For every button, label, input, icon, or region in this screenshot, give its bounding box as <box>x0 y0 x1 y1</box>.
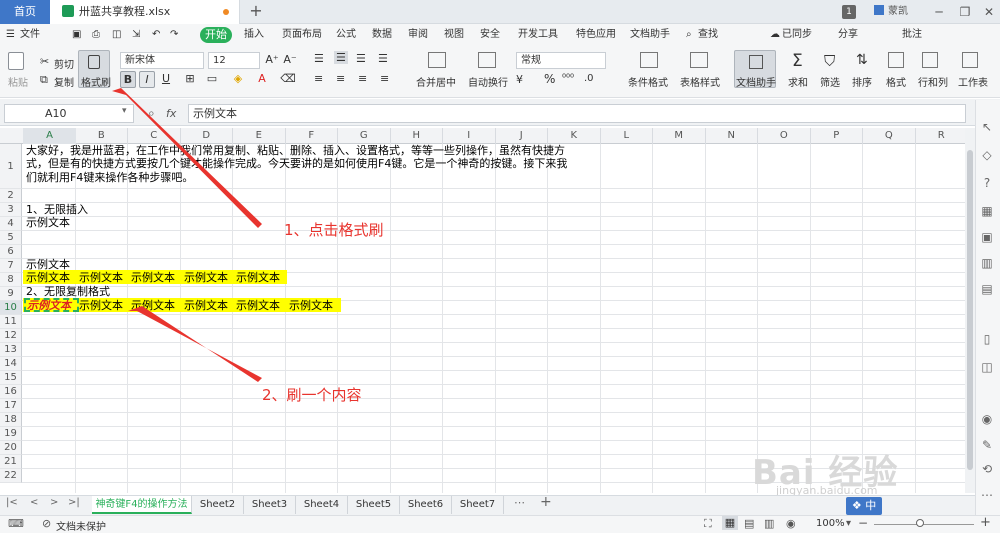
right-tool-panel <box>975 100 1000 515</box>
keyboard-icon[interactable]: ⌨ <box>8 517 24 530</box>
select-icon[interactable]: ↖ <box>978 120 996 134</box>
backup-icon[interactable]: ◉ <box>978 412 996 426</box>
sheet-tab-3[interactable]: Sheet3 <box>244 496 296 514</box>
more-sheets-icon[interactable]: ⋯ <box>514 496 525 509</box>
annotation-step1: 1、点击格式刷 <box>284 221 384 239</box>
add-sheet-button[interactable]: + <box>540 494 552 510</box>
doc-icon[interactable]: ▯ <box>978 332 996 346</box>
chart-icon[interactable]: ▥ <box>978 256 996 270</box>
fullscreen-icon[interactable]: ⛶ <box>704 517 712 531</box>
brush-icon[interactable]: ✎ <box>978 438 996 452</box>
page-break-icon[interactable]: ▥ <box>764 517 774 530</box>
sheet-tab-5[interactable]: Sheet5 <box>348 496 400 514</box>
annotation-step2: 2、刷一个内容 <box>262 386 362 404</box>
table-icon[interactable]: ▦ <box>978 204 996 218</box>
sheet-tab-1[interactable]: 神奇键F4的操作方法 <box>92 496 192 514</box>
protect-status[interactable]: 文档未保护 <box>56 518 106 533</box>
next-sheet-icon[interactable]: > <box>50 497 58 508</box>
shield-icon: ⊘ <box>42 517 52 530</box>
arrow-to-format-painter <box>112 88 262 228</box>
zoom-slider-thumb[interactable] <box>916 519 924 527</box>
grid-icon[interactable]: ▣ <box>978 230 996 244</box>
panel-icon[interactable]: ▤ <box>978 282 996 296</box>
shape-icon[interactable]: ◇ <box>978 148 996 162</box>
last-sheet-icon[interactable]: >| <box>68 497 80 508</box>
more-icon[interactable]: ⋯ <box>978 488 996 502</box>
bag-icon[interactable]: ◫ <box>978 360 996 374</box>
history-icon[interactable]: ⟲ <box>978 462 996 476</box>
page-view-icon[interactable]: ▤ <box>744 517 754 530</box>
prev-sheet-icon[interactable]: < <box>30 497 38 508</box>
ime-label: 中 <box>865 499 877 512</box>
vertical-scroll-thumb[interactable] <box>967 150 973 470</box>
zoom-level[interactable]: 100% <box>816 518 845 529</box>
sheet-tab-4[interactable]: Sheet4 <box>296 496 348 514</box>
sheet-tab-6[interactable]: Sheet6 <box>400 496 452 514</box>
zoom-dropdown-icon[interactable]: ▾ <box>846 518 851 529</box>
help-icon[interactable]: ? <box>978 176 996 190</box>
reading-mode-icon[interactable]: ◉ <box>786 517 796 530</box>
zoom-out-icon[interactable]: − <box>858 516 868 530</box>
zoom-in-icon[interactable]: + <box>980 515 991 530</box>
sheet-tab-7[interactable]: Sheet7 <box>452 496 504 514</box>
first-sheet-icon[interactable]: |< <box>6 497 18 508</box>
zoom-slider[interactable] <box>874 524 974 525</box>
arrow-to-cell-b10 <box>128 306 262 382</box>
sheet-tab-2[interactable]: Sheet2 <box>192 496 244 514</box>
paw-icon: ❖ <box>851 499 862 512</box>
ime-indicator[interactable]: ❖ 中 <box>846 497 882 515</box>
normal-view-icon[interactable]: ▦ <box>722 516 738 530</box>
